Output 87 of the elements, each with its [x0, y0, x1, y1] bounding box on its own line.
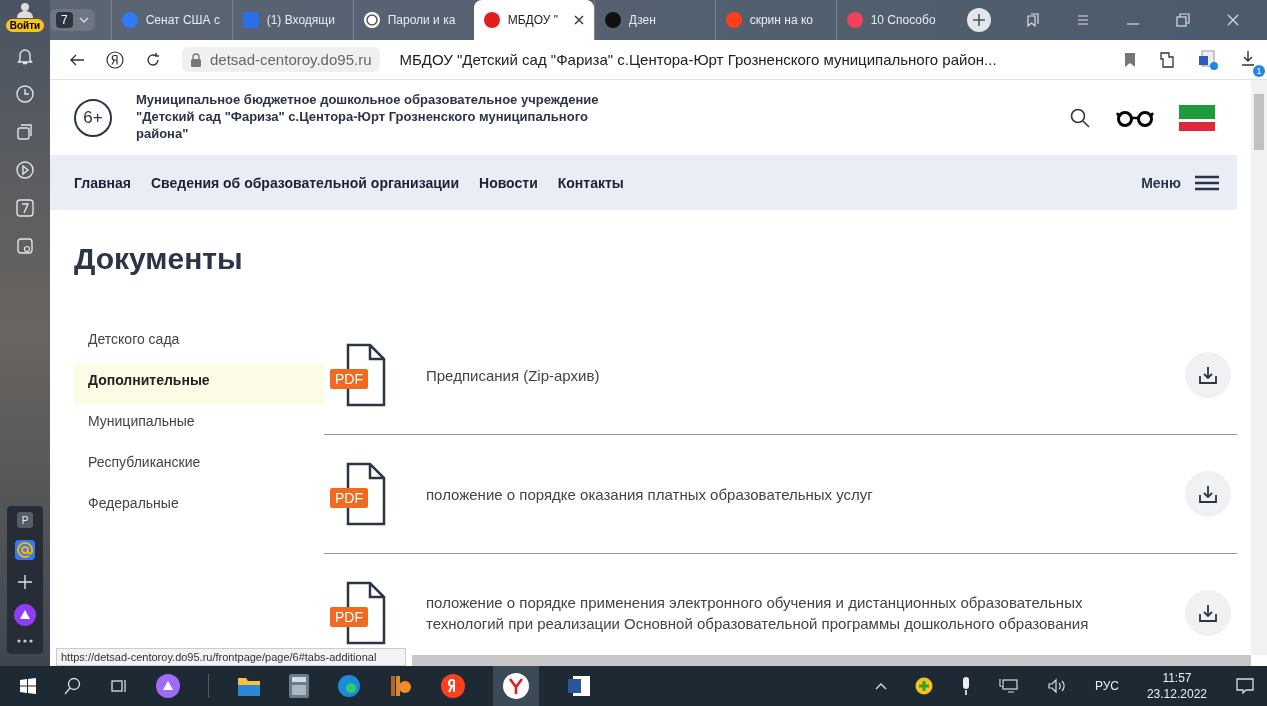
- category-tab[interactable]: Детского сада: [74, 322, 324, 363]
- document-title[interactable]: положение о порядке применения электронного обучения и дистанционных образовательных технологий при реализации Основной образовательной программы дошкольного образования: [426, 592, 1145, 634]
- nav-link[interactable]: Новости: [479, 174, 538, 191]
- status-icon[interactable]: [914, 677, 933, 695]
- download-button[interactable]: [1185, 590, 1231, 636]
- plus-icon[interactable]: [15, 572, 35, 592]
- download-icon[interactable]: [1239, 48, 1257, 67]
- menu-icon[interactable]: [1075, 12, 1091, 28]
- cards-icon[interactable]: [15, 122, 35, 142]
- assistant-icon[interactable]: [156, 674, 180, 698]
- bell-icon[interactable]: [15, 46, 35, 66]
- search-icon[interactable]: [1069, 106, 1091, 129]
- nav-link[interactable]: Контакты: [557, 174, 624, 191]
- microphone-icon[interactable]: [960, 677, 971, 695]
- document-title[interactable]: Предписания (Zip-архив): [426, 364, 1145, 386]
- lock-icon: [190, 52, 202, 67]
- restore-icon[interactable]: [1175, 12, 1191, 28]
- network-icon[interactable]: [998, 678, 1019, 694]
- download-button[interactable]: [1185, 352, 1231, 398]
- speaker-icon[interactable]: [1046, 678, 1067, 694]
- bookmarks-icon[interactable]: [1025, 12, 1041, 28]
- edge-browser-icon[interactable]: [337, 674, 361, 698]
- menu-button[interactable]: Меню: [1135, 173, 1225, 192]
- profile-letter[interactable]: P: [17, 512, 33, 528]
- browser-icon[interactable]: [503, 673, 529, 699]
- extension-icon[interactable]: [1157, 49, 1177, 70]
- word-document-icon[interactable]: [567, 675, 591, 697]
- new-tab-icon[interactable]: [966, 8, 991, 32]
- download-icon: [1198, 603, 1218, 623]
- page-title: МБДОУ "Детский сад "Фариза" с.Центора-Юрт Грозненского муниципального район...: [399, 51, 998, 68]
- login-button[interactable]: Войти: [5, 2, 45, 32]
- clock-time: 11:57: [1162, 671, 1192, 685]
- clock-date: 23.12.2022: [1146, 687, 1207, 701]
- category-tab[interactable]: Дополнительные: [74, 363, 324, 404]
- nav-link[interactable]: Сведения об образовательной организации: [150, 174, 460, 191]
- address-field[interactable]: detsad-centoroy.do95.ru: [182, 47, 380, 72]
- windows-start-icon[interactable]: [20, 678, 36, 694]
- language-indicator[interactable]: РУС: [1094, 679, 1119, 693]
- app-square-icon[interactable]: [15, 198, 35, 218]
- task-view-icon[interactable]: [110, 677, 128, 695]
- reload-icon[interactable]: [144, 50, 162, 69]
- favicon-icon: [121, 12, 138, 28]
- glasses-icon[interactable]: [1115, 108, 1155, 127]
- nav-link[interactable]: Главная: [74, 174, 131, 191]
- organization-name: Муниципальное бюджетное дошкольное образовательное учреждение "Детский сад "Фариза" с.Центора-Юрт Грозненского муниципального района": [136, 92, 600, 143]
- category-tab[interactable]: Республиканские: [74, 445, 324, 486]
- at-sign-icon[interactable]: [15, 540, 35, 560]
- favicon-icon: [483, 12, 500, 28]
- horizontal-scrollbar[interactable]: [412, 655, 1251, 666]
- browser-tab[interactable]: МБДОУ ": [473, 0, 594, 40]
- clock-icon[interactable]: [15, 84, 35, 104]
- notifications-icon[interactable]: [1235, 677, 1255, 695]
- assistant-icon[interactable]: [14, 604, 36, 626]
- chevron-up-icon[interactable]: [874, 682, 887, 690]
- search-icon[interactable]: [64, 677, 82, 695]
- tab-counter[interactable]: 7: [50, 9, 95, 31]
- bookmark-icon[interactable]: [1123, 51, 1137, 68]
- document-title[interactable]: положение о порядке оказания платных образовательных услуг: [426, 483, 1145, 505]
- flag-icon: [1179, 104, 1215, 131]
- favicon-icon: [363, 12, 380, 28]
- download-icon: [1198, 365, 1218, 385]
- more-icon[interactable]: [15, 638, 35, 644]
- camera-icon[interactable]: [15, 236, 35, 256]
- age-rating: 6+: [74, 98, 112, 137]
- close-icon[interactable]: [573, 15, 584, 25]
- vertical-scrollbar[interactable]: [1251, 80, 1267, 655]
- download-button[interactable]: [1185, 471, 1231, 517]
- person-icon: [16, 2, 34, 18]
- menu-icon: [1195, 174, 1219, 191]
- category-tab[interactable]: Федеральные: [74, 486, 324, 527]
- caret-icon: [78, 17, 89, 23]
- download-count-badge: 1: [1253, 64, 1265, 77]
- page-heading: Документы: [74, 242, 244, 276]
- folder-icon[interactable]: [237, 675, 261, 697]
- category-tab[interactable]: Муниципальные: [74, 404, 324, 445]
- browser-logo-icon[interactable]: [106, 50, 124, 69]
- document-icon[interactable]: [1197, 48, 1219, 71]
- calculator-icon[interactable]: [289, 674, 309, 698]
- favicon-icon: [846, 12, 863, 28]
- yandex-icon[interactable]: [441, 674, 465, 698]
- play-icon[interactable]: [15, 160, 35, 180]
- favicon-icon: [242, 12, 259, 28]
- favicon-icon: [725, 12, 742, 28]
- download-icon: [1198, 484, 1218, 504]
- favicon-icon: [604, 12, 621, 28]
- books-icon[interactable]: [389, 674, 413, 698]
- link-url-tooltip: https://detsad-centoroy.do95.ru/frontpage/page/6#tabs-additional: [56, 648, 406, 666]
